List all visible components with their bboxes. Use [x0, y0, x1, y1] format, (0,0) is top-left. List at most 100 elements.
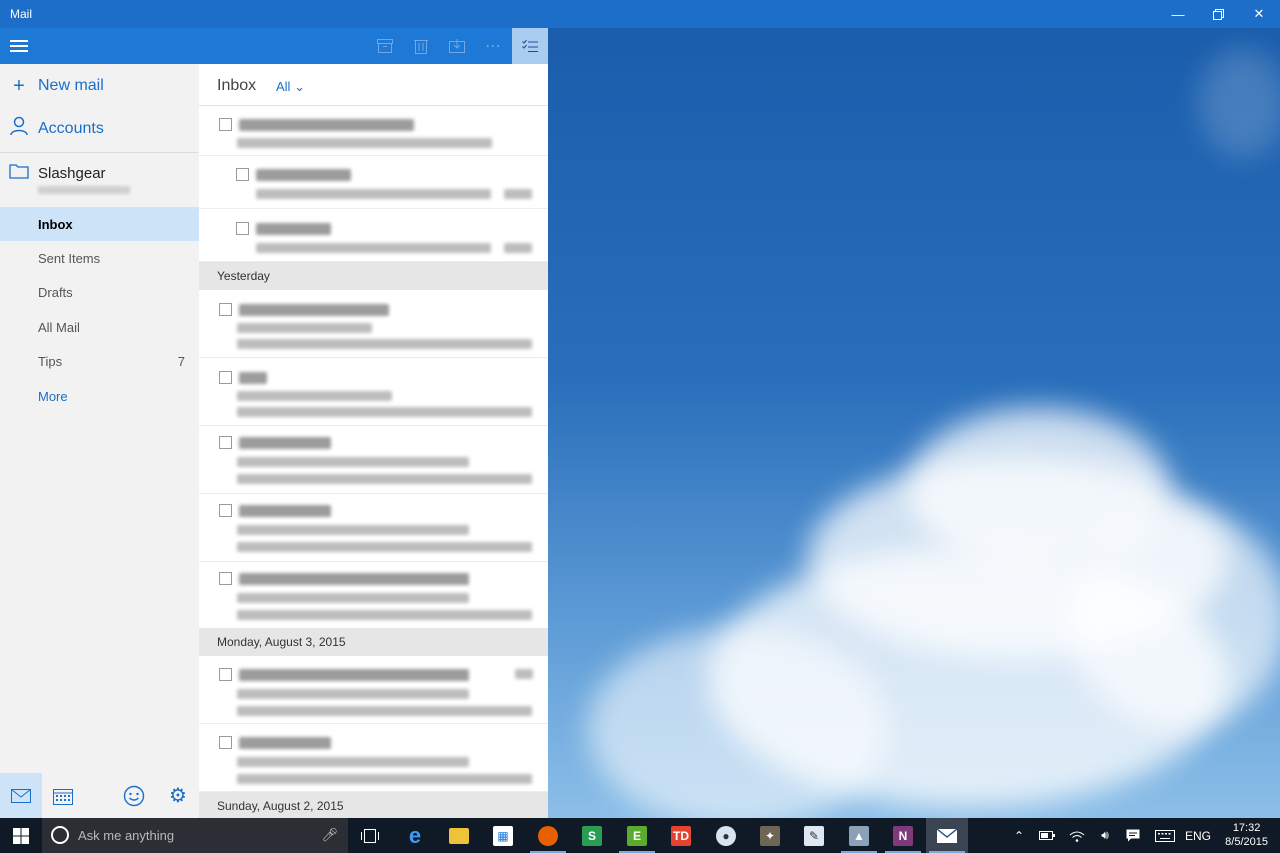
message-item[interactable] [199, 562, 548, 630]
accounts-label: Accounts [38, 120, 104, 137]
message-item[interactable] [199, 656, 548, 724]
feedback-smiley-icon[interactable] [113, 773, 155, 818]
new-mail-label: New mail [38, 77, 104, 94]
taskbar: Ask me anything 🎤︎ e ▦ S E TD ● ✦ ✎ ▲ N … [0, 818, 1280, 853]
nav-header [0, 28, 199, 64]
mail-icon[interactable] [0, 773, 42, 818]
wifi-icon[interactable] [1066, 818, 1088, 853]
folder-sent-items[interactable]: Sent Items [0, 241, 199, 275]
message-item[interactable] [199, 156, 548, 209]
filter-dropdown[interactable]: All ⌄ [276, 79, 305, 95]
message-checkbox[interactable] [236, 168, 249, 181]
edge-icon[interactable]: e [394, 818, 436, 853]
store-icon[interactable]: ▦ [482, 818, 524, 853]
todoist-icon[interactable]: TD [660, 818, 702, 853]
gimp-icon[interactable]: ✦ [749, 818, 791, 853]
account-slashgear[interactable]: Slashgear [0, 158, 199, 188]
settings-gear-icon[interactable]: ⚙ [157, 773, 199, 818]
plus-icon: + [13, 74, 25, 97]
clock-date: 8/5/2015 [1225, 836, 1268, 848]
message-checkbox[interactable] [219, 736, 232, 749]
folder-icon [0, 163, 38, 183]
message-toolbar: ⋯ [199, 28, 548, 64]
message-checkbox[interactable] [219, 572, 232, 585]
account-name: Slashgear [38, 164, 106, 182]
window-title: Mail [10, 7, 33, 21]
folder-label: Tips [38, 353, 63, 369]
unread-count: 7 [177, 353, 185, 369]
message-item[interactable] [199, 107, 548, 156]
touch-keyboard-icon[interactable] [1152, 818, 1178, 853]
task-view-icon[interactable] [349, 818, 391, 853]
close-icon[interactable]: ✕ [1239, 0, 1279, 28]
restore-icon[interactable] [1198, 0, 1238, 28]
paint-icon[interactable]: ● [705, 818, 747, 853]
hamburger-menu-icon[interactable] [10, 40, 28, 52]
folder-title: Inbox [217, 77, 257, 94]
folder-drafts[interactable]: Drafts [0, 275, 199, 309]
delete-icon[interactable] [403, 28, 439, 64]
action-center-icon[interactable] [1122, 818, 1144, 853]
folder-inbox[interactable]: Inbox [0, 207, 199, 241]
firefox-icon[interactable] [527, 818, 569, 853]
folder-label: More [38, 388, 68, 404]
notepad-icon[interactable]: ✎ [793, 818, 835, 853]
message-checkbox[interactable] [219, 118, 232, 131]
message-checkbox[interactable] [219, 303, 232, 316]
folder-all-mail[interactable]: All Mail [0, 310, 199, 344]
group-header: Sunday, August 2, 2015 [199, 792, 548, 818]
folder-label: All Mail [38, 319, 80, 335]
volume-icon[interactable]: 🔊︎ [1094, 818, 1116, 853]
group-header: Yesterday [199, 262, 548, 290]
calendar-icon[interactable] [42, 773, 84, 818]
new-mail-button[interactable]: + New mail [0, 65, 199, 107]
accounts-button[interactable]: Accounts [0, 108, 199, 150]
chevron-down-icon: ⌄ [294, 79, 305, 94]
message-checkbox[interactable] [236, 222, 249, 235]
file-explorer-icon[interactable] [438, 818, 480, 853]
group-header: Monday, August 3, 2015 [199, 628, 548, 656]
list-header: Inbox All ⌄ [199, 64, 548, 106]
windows-start-icon[interactable] [0, 818, 42, 853]
move-icon[interactable] [439, 28, 475, 64]
folder-more-link[interactable]: More [0, 379, 199, 413]
more-icon[interactable]: ⋯ [475, 28, 511, 64]
message-checkbox[interactable] [219, 504, 232, 517]
message-list-pane: ⋯ Inbox All ⌄ Yesterday Monday, August 3… [199, 28, 548, 818]
microphone-icon[interactable]: 🎤︎ [321, 827, 338, 843]
filter-label: All [276, 79, 291, 94]
folder-label: Drafts [38, 284, 73, 300]
minimize-icon[interactable]: — [1158, 0, 1198, 28]
message-checkbox[interactable] [219, 371, 232, 384]
chevron-up-icon[interactable]: ⌃ [1010, 818, 1028, 853]
message-item[interactable] [199, 290, 548, 358]
cortana-search-box[interactable]: Ask me anything 🎤︎ [42, 818, 348, 853]
message-item[interactable] [199, 209, 548, 262]
message-item[interactable] [199, 426, 548, 494]
search-placeholder: Ask me anything [78, 828, 175, 843]
desktop-wallpaper [548, 28, 1280, 818]
navigation-pane: + New mail Accounts Slashgear Inbox Sent… [0, 28, 199, 818]
message-item[interactable] [199, 724, 548, 792]
cortana-icon [51, 826, 69, 844]
message-item[interactable] [199, 358, 548, 426]
message-item[interactable] [199, 494, 548, 562]
sway-icon[interactable]: S [571, 818, 613, 853]
clock-time: 17:32 [1232, 822, 1261, 834]
language-indicator[interactable]: ENG [1184, 818, 1212, 853]
battery-icon[interactable] [1036, 818, 1058, 853]
mail-app-icon[interactable] [926, 818, 968, 853]
message-checkbox[interactable] [219, 436, 232, 449]
message-checkbox[interactable] [219, 668, 232, 681]
divider [0, 152, 199, 153]
select-mode-icon[interactable] [512, 28, 548, 64]
person-icon [0, 116, 38, 142]
app-switcher: ⚙ [0, 773, 199, 818]
archive-icon[interactable] [367, 28, 403, 64]
folder-tips[interactable]: Tips 7 [0, 344, 199, 378]
remote-icon[interactable]: ▲ [838, 818, 880, 853]
evernote-icon[interactable]: E [616, 818, 658, 853]
clock[interactable]: 17:32 8/5/2015 [1225, 821, 1268, 849]
onenote-icon[interactable]: N [882, 818, 924, 853]
folder-label: Sent Items [38, 250, 101, 266]
